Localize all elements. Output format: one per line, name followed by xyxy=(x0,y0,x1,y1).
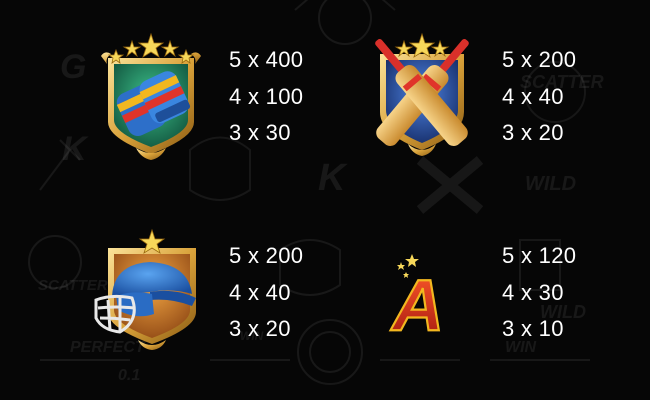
gloves-payout-list: 5 x 400 4 x 100 3 x 30 xyxy=(229,42,303,152)
payout-4-of-kind: 4 x 40 xyxy=(229,279,291,305)
helmet-payout-list: 5 x 200 4 x 40 3 x 20 xyxy=(229,238,303,348)
letter-a-glyph: A xyxy=(390,266,444,346)
payout-3-of-kind: 3 x 30 xyxy=(229,120,291,145)
payout-4-of-kind: 4 x 30 xyxy=(502,279,564,305)
letter-a-icon: A xyxy=(384,248,464,347)
cricket-helmet-icon xyxy=(92,228,210,350)
payout-3-of-kind: 3 x 10 xyxy=(502,316,564,341)
bats-payout-list: 5 x 200 4 x 40 3 x 20 xyxy=(502,42,576,152)
crossed-bats-icon xyxy=(352,32,492,157)
payout-5-of-kind: 5 x 400 xyxy=(229,47,304,72)
payout-4-of-kind: 4 x 40 xyxy=(502,83,564,109)
payout-5-of-kind: 5 x 120 xyxy=(502,243,577,268)
paytable: 5 x 400 4 x 100 3 x 30 5 x 200 4 x 40 3 … xyxy=(0,0,650,400)
payout-5-of-kind: 5 x 200 xyxy=(229,243,304,268)
payout-3-of-kind: 3 x 20 xyxy=(502,120,564,145)
letter-a-payout-list: 5 x 120 4 x 30 3 x 10 xyxy=(502,238,576,348)
payout-4-of-kind: 4 x 100 xyxy=(229,83,304,109)
batting-gloves-icon xyxy=(96,30,206,160)
payout-5-of-kind: 5 x 200 xyxy=(502,47,577,72)
payout-3-of-kind: 3 x 20 xyxy=(229,316,291,341)
